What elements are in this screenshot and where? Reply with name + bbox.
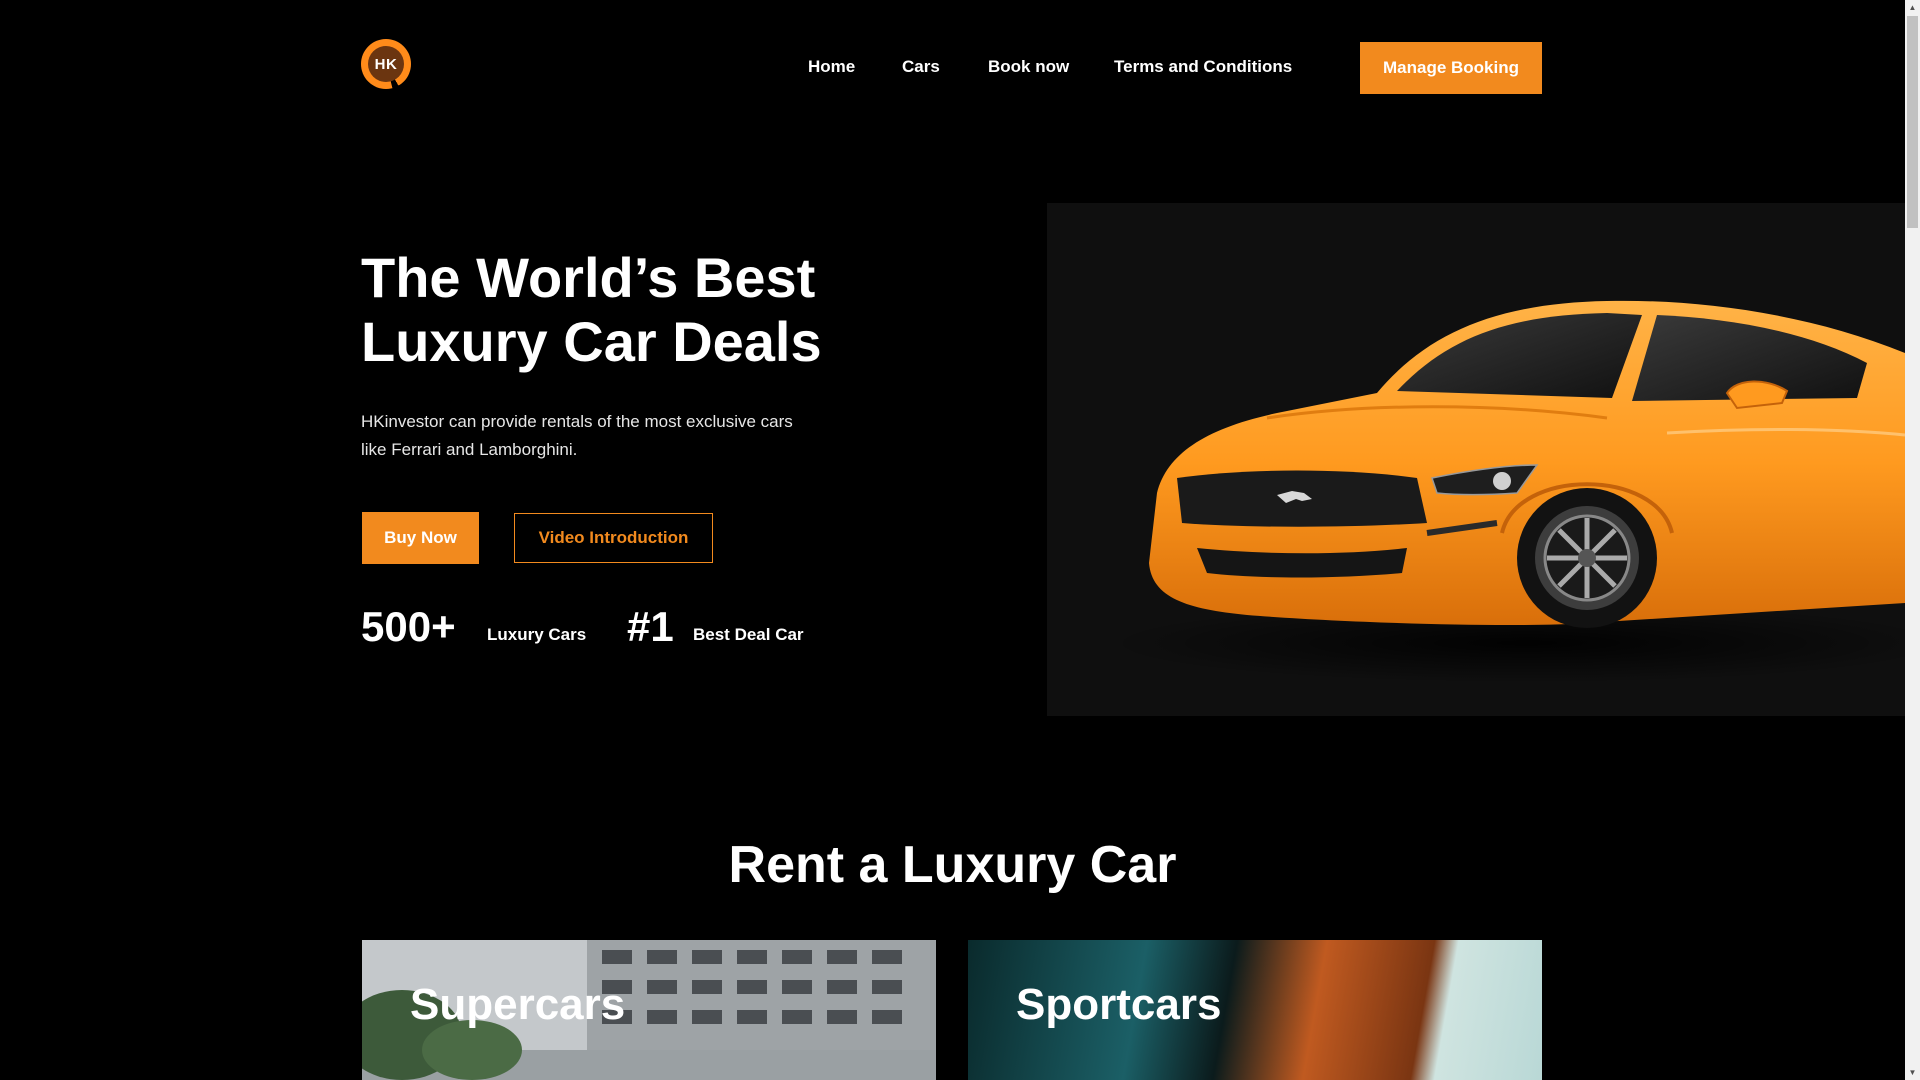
vertical-scrollbar[interactable]: ▲ ▼ <box>1905 0 1920 1080</box>
card-supercars[interactable]: Supercars <box>362 940 936 1080</box>
section-title: Rent a Luxury Car <box>728 836 1177 894</box>
card-sportcars[interactable]: Sportcars <box>968 940 1542 1080</box>
stat-luxury-cars-label: Luxury Cars <box>487 625 587 644</box>
hero-title: The World’s Best Luxury Car Deals <box>361 246 921 374</box>
scroll-up-arrow-icon[interactable]: ▲ <box>1905 0 1920 15</box>
orange-sports-car-illustration <box>1107 300 1905 683</box>
nav-home[interactable]: Home <box>808 57 855 77</box>
logo-text: HK <box>368 46 404 82</box>
logo[interactable]: HK <box>361 39 411 89</box>
buy-now-button[interactable]: Buy Now <box>362 512 479 564</box>
card-sportcars-title: Sportcars <box>1016 980 1222 1029</box>
manage-booking-button[interactable]: Manage Booking <box>1360 42 1542 94</box>
card-supercars-title: Supercars <box>410 980 626 1029</box>
nav-cars[interactable]: Cars <box>902 57 940 77</box>
nav-book-now[interactable]: Book now <box>988 57 1069 77</box>
stat-best-deal-label: Best Deal Car <box>693 625 804 644</box>
scroll-thumb[interactable] <box>1907 16 1918 228</box>
scroll-down-arrow-icon[interactable]: ▼ <box>1905 1065 1920 1080</box>
nav-terms-and-conditions[interactable]: Terms and Conditions <box>1114 57 1292 77</box>
page: HK Home Cars Book now Terms and Conditio… <box>0 0 1920 1080</box>
hero-description: HKinvestor can provide rentals of the mo… <box>361 408 861 464</box>
hero-title-line1: The World’s Best <box>361 246 816 309</box>
hero-car-image <box>1047 203 1905 716</box>
hero-title-line2: Luxury Car Deals <box>361 310 822 373</box>
stat-luxury-cars-value: 500+ <box>361 603 456 650</box>
video-introduction-button[interactable]: Video Introduction <box>514 513 713 563</box>
stat-best-deal-value: #1 <box>627 603 674 650</box>
hero-description-line1: HKinvestor can provide rentals of the mo… <box>361 412 793 431</box>
hero-description-line2: like Ferrari and Lamborghini. <box>361 440 578 459</box>
